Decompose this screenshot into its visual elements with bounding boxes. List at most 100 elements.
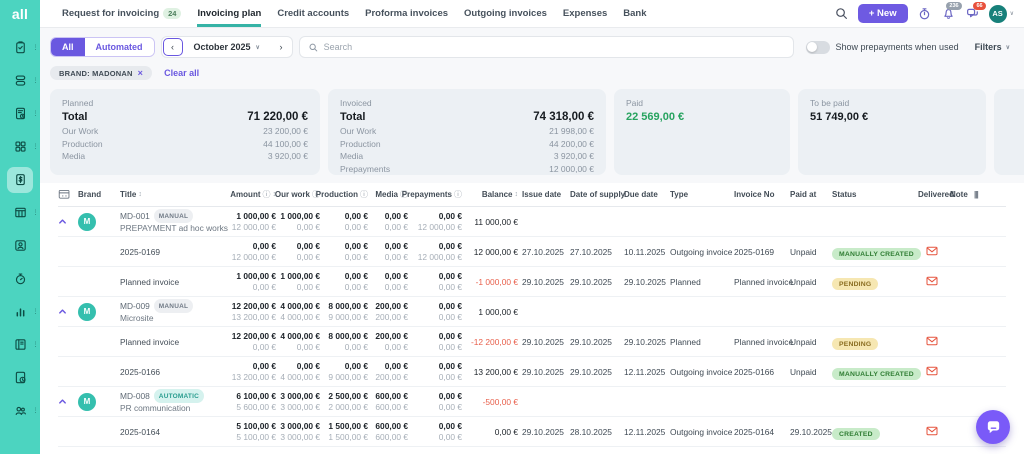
envelope-delivery-icon[interactable] <box>926 363 938 380</box>
planned-card: Planned Total 71 220,00 € Our Work23 200… <box>50 89 320 175</box>
cell-invoice-no[interactable]: 2025-0166 <box>734 367 790 377</box>
tab-proforma-invoices[interactable]: Proforma invoices <box>365 0 448 27</box>
sidebar-item-document-clock[interactable] <box>0 361 40 394</box>
sidebar-item-ledger[interactable]: ⋮ <box>0 328 40 361</box>
cell-invoice-no[interactable]: 2025-0164 <box>734 427 790 437</box>
search-field[interactable] <box>299 36 794 58</box>
sidebar-item-contacts[interactable] <box>0 229 40 262</box>
envelope-delivery-icon[interactable] <box>926 333 938 350</box>
kebab-menu-icon[interactable]: ⋮ <box>32 209 39 216</box>
table-row-group-parent[interactable]: MMD-008AUTOMATICPR communication6 100,00… <box>58 387 1006 417</box>
table-row[interactable]: Planned invoice12 200,00 €0,00 €4 000,00… <box>58 327 1006 357</box>
sort-icon[interactable]: ↕ <box>138 191 142 198</box>
cell-type: Planned <box>670 277 734 287</box>
new-button[interactable]: + New <box>858 4 908 23</box>
prepayments-toggle[interactable]: Show prepayments when used <box>806 41 959 54</box>
column-settings-icon[interactable]: ||| <box>974 190 978 199</box>
filters-dropdown[interactable]: Filters ∨ <box>975 42 1010 52</box>
tab-label: Bank <box>623 8 646 19</box>
project-mode-tag: AUTOMATIC <box>154 389 204 403</box>
table-row[interactable]: 2025-01660,00 €13 200,00 €0,00 €4 000,00… <box>58 357 1006 387</box>
messages-icon[interactable]: 66 <box>965 6 980 21</box>
tab-expenses[interactable]: Expenses <box>563 0 607 27</box>
cell-amount: 1 000,00 €0,00 € <box>220 271 280 293</box>
value-invoiced: 12 200,00 € <box>220 301 276 312</box>
sidebar-item-estimate[interactable]: ⋮ <box>0 97 40 130</box>
sidebar-item-apps[interactable]: ⋮ <box>0 130 40 163</box>
segment-automated[interactable]: Automated <box>85 38 154 56</box>
toggle-switch[interactable] <box>806 41 830 54</box>
segment-all[interactable]: All <box>51 38 85 56</box>
info-icon[interactable]: ⓘ <box>454 189 462 200</box>
value-secondary: 0,00 € <box>372 342 408 353</box>
envelope-delivery-icon[interactable] <box>926 423 938 440</box>
support-chat-button[interactable] <box>976 410 1010 444</box>
kebab-menu-icon[interactable]: ⋮ <box>32 77 39 84</box>
envelope-delivery-icon[interactable] <box>926 273 938 290</box>
sidebar-item-team[interactable]: ⋮ <box>0 394 40 427</box>
next-month-button[interactable]: › <box>271 38 291 56</box>
envelope-delivery-icon[interactable] <box>926 243 938 260</box>
cell-title: Planned invoice <box>120 277 220 287</box>
sidebar-item-projects[interactable]: ⋮ <box>0 64 40 97</box>
table-row[interactable]: Planned invoice1 000,00 €0,00 €1 000,00 … <box>58 267 1006 297</box>
sort-icon[interactable]: ↕ <box>515 191 519 198</box>
collapse-chevron-icon[interactable] <box>58 217 74 226</box>
cell-brand: M <box>78 303 120 321</box>
cell-expander <box>58 397 78 406</box>
timer-icon[interactable] <box>917 6 932 21</box>
cell-our_work: 3 000,00 €3 000,00 € <box>280 391 324 413</box>
kebab-menu-icon[interactable]: ⋮ <box>32 407 39 414</box>
tab-invoicing-plan[interactable]: Invoicing plan <box>197 0 261 27</box>
collapse-chevron-icon[interactable] <box>58 397 74 406</box>
user-menu[interactable]: AS ∨ <box>989 5 1014 23</box>
kebab-menu-icon[interactable]: ⋮ <box>32 308 39 315</box>
search-input[interactable] <box>324 42 785 52</box>
table-row-group-parent[interactable]: MMD-001MANUALPREPAYMENT ad hoc works1 00… <box>58 207 1006 237</box>
value-invoiced: 0,00 € <box>412 241 462 252</box>
collapse-chevron-icon[interactable] <box>58 307 74 316</box>
info-icon[interactable]: ⓘ <box>263 189 271 200</box>
table-row-group-parent[interactable]: MMD-009MANUALMicrosite12 200,00 €13 200,… <box>58 297 1006 327</box>
month-dropdown[interactable]: October 2025 ∨ <box>186 38 268 56</box>
sidebar-item-timer[interactable] <box>0 262 40 295</box>
line-value: 44 200,00 € <box>549 138 594 151</box>
sidebar-item-spreadsheet[interactable]: ⋮ <box>0 196 40 229</box>
cell-date_of_supply: 28.10.2025 <box>570 427 624 437</box>
cell-amount: 6 100,00 €5 600,00 € <box>220 391 280 413</box>
cell-invoice-no[interactable]: 2025-0169 <box>734 247 790 257</box>
brand-filter-chip[interactable]: BRAND: MADONAN × <box>50 66 152 80</box>
tab-request-for-invoicing[interactable]: Request for invoicing24 <box>62 0 181 27</box>
tab-bank[interactable]: Bank <box>623 0 646 27</box>
column-header-due_date: Due date <box>624 190 670 199</box>
search-icon[interactable] <box>834 6 849 21</box>
clear-all-link[interactable]: Clear all <box>164 68 199 78</box>
table-row[interactable]: 2025-01690,00 €12 000,00 €0,00 €0,00 €0,… <box>58 237 1006 267</box>
kebab-menu-icon[interactable]: ⋮ <box>32 143 39 150</box>
kebab-menu-icon[interactable]: ⋮ <box>32 44 39 51</box>
table-row[interactable]: 2025-01645 100,00 €5 100,00 €3 000,00 €3… <box>58 417 1006 447</box>
sidebar-item-reports[interactable]: ⋮ <box>0 295 40 328</box>
tab-credit-accounts[interactable]: Credit accounts <box>277 0 349 27</box>
notifications-bell-icon[interactable]: 236 <box>941 6 956 21</box>
status-badge: CREATED <box>832 428 880 440</box>
reports-icon <box>7 299 33 325</box>
column-header-balance[interactable]: Balance↕ <box>466 190 522 199</box>
sidebar-item-tasks[interactable]: ⋮ <box>0 31 40 64</box>
column-header-amount[interactable]: Amountⓘ↕ <box>220 189 280 200</box>
topbar: Request for invoicing24 Invoicing plan Cre… <box>40 0 1024 28</box>
kebab-menu-icon[interactable]: ⋮ <box>32 341 39 348</box>
cell-due_date: 12.11.2025 <box>624 367 670 377</box>
column-header-title[interactable]: Title↕ <box>120 190 220 199</box>
kebab-menu-icon[interactable]: ⋮ <box>32 110 39 117</box>
prev-month-button[interactable]: ‹ <box>163 38 183 56</box>
column-header-prepayments[interactable]: Prepaymentsⓘ <box>412 189 466 200</box>
remove-chip-icon[interactable]: × <box>138 69 143 77</box>
column-header-production[interactable]: Productionⓘ <box>324 189 372 200</box>
value-secondary: 1 500,00 € <box>324 432 368 443</box>
value-invoiced: 0,00 € <box>280 361 320 372</box>
card-label: To be paid <box>810 98 974 108</box>
sidebar-item-invoicing[interactable] <box>0 163 40 196</box>
tab-outgoing-invoices[interactable]: Outgoing invoices <box>464 0 547 27</box>
info-icon[interactable]: ⓘ <box>360 189 368 200</box>
